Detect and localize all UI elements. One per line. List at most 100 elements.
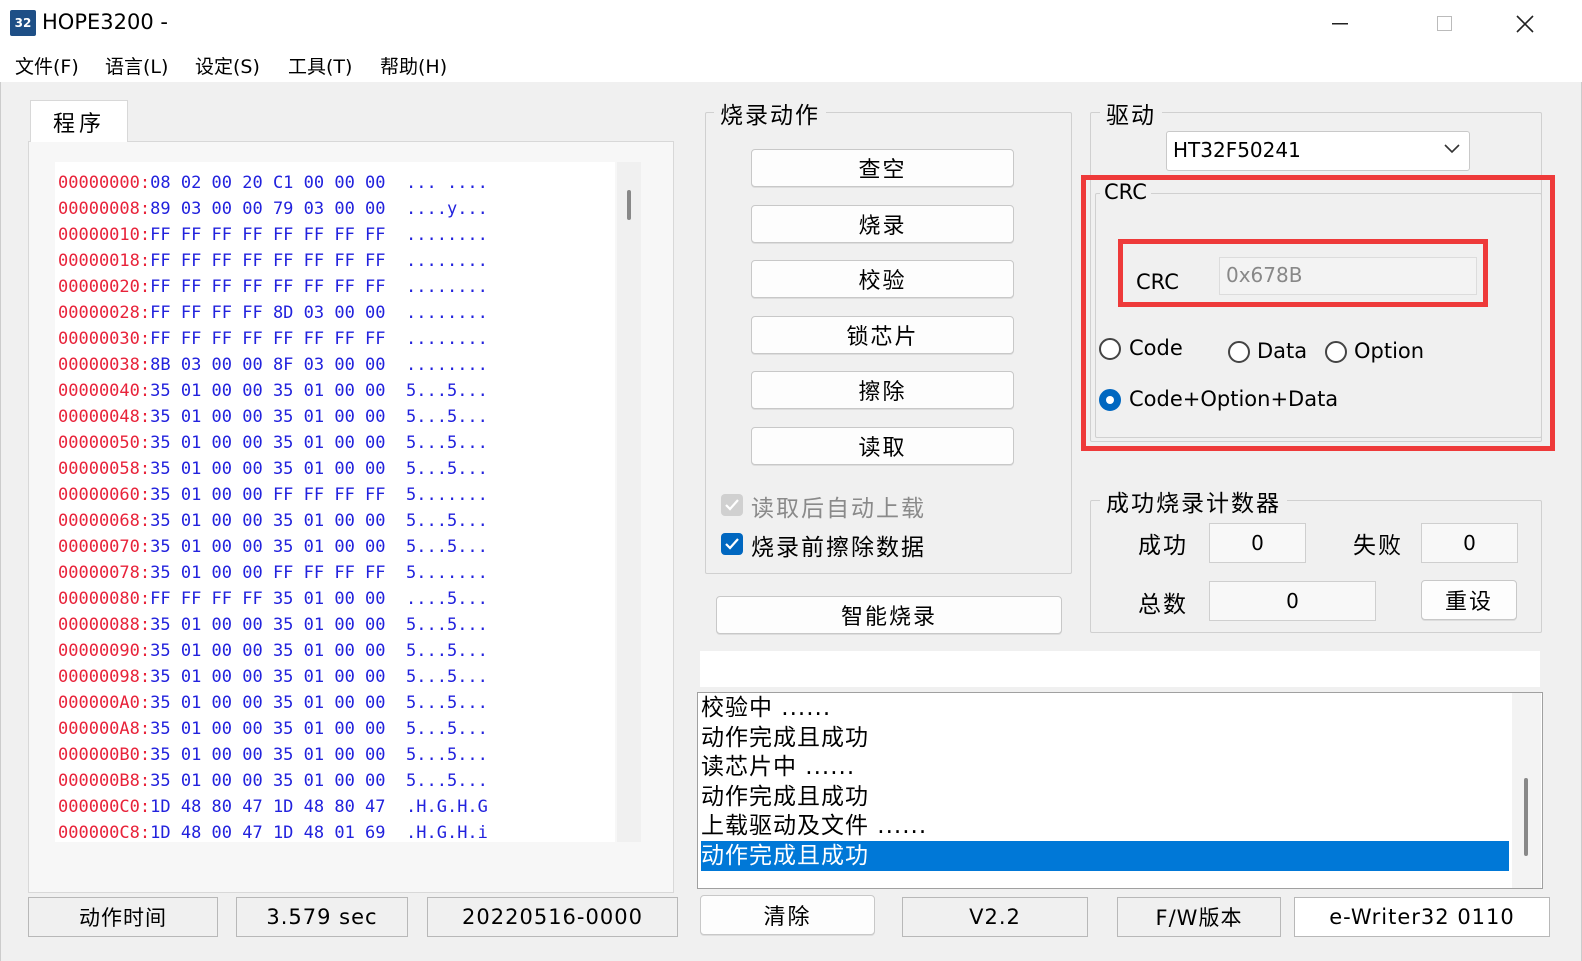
hex-bytes: 1D 48 00 47 1D 48 01 69 — [150, 823, 386, 842]
hex-row: 000000A0:35 01 00 00 35 01 00 00 5...5..… — [55, 690, 615, 716]
tab-program[interactable]: 程序 — [30, 100, 128, 142]
log-line[interactable]: 动作完成且成功 — [701, 841, 1509, 871]
log-scroll-thumb[interactable] — [1524, 778, 1528, 856]
build-date: 20220516-0000 — [427, 897, 678, 937]
hex-row: 00000000:08 02 00 20 C1 00 00 00 ... ...… — [55, 170, 615, 196]
hex-row: 000000C8:1D 48 00 47 1D 48 01 69 .H.G.H.… — [55, 820, 615, 842]
hex-address: 00000010: — [58, 225, 151, 245]
log-line[interactable]: 校验中 ...... — [701, 693, 831, 723]
fw-version-label: F/W版本 — [1117, 897, 1281, 937]
menu-tools[interactable]: 工具(T) — [288, 52, 352, 79]
hex-address: 00000000: — [58, 173, 151, 193]
hex-ascii: 5...5... — [406, 745, 488, 765]
log-line[interactable]: 动作完成且成功 — [701, 782, 869, 812]
hex-address: 00000030: — [58, 329, 151, 349]
lock-chip-button[interactable]: 锁芯片 — [751, 316, 1014, 354]
menu-help[interactable]: 帮助(H) — [380, 52, 447, 79]
hex-view[interactable]: 00000000:08 02 00 20 C1 00 00 00 ... ...… — [55, 162, 615, 842]
hex-ascii: ....y... — [406, 199, 488, 219]
menu-file[interactable]: 文件(F) — [15, 52, 79, 79]
check-icon — [725, 538, 739, 550]
total-label: 总数 — [1138, 592, 1188, 618]
hex-bytes: 89 03 00 00 79 03 00 00 — [150, 199, 386, 219]
read-button[interactable]: 读取 — [751, 427, 1014, 465]
minimize-button[interactable] — [1305, 0, 1375, 48]
menu-settings[interactable]: 设定(S) — [195, 52, 260, 79]
radio-option[interactable] — [1325, 341, 1347, 363]
hex-bytes: 35 01 00 00 FF FF FF FF — [150, 485, 386, 505]
log-list[interactable]: 校验中 ...... 动作完成且成功 读芯片中 ...... 动作完成且成功 上载驱动及… — [697, 692, 1543, 889]
hex-address: 00000090: — [58, 641, 151, 661]
hex-row: 00000030:FF FF FF FF FF FF FF FF .......… — [55, 326, 615, 352]
erase-before-checkbox[interactable] — [721, 533, 743, 555]
hex-ascii: 5...5... — [406, 381, 488, 401]
success-count: 0 — [1209, 523, 1306, 563]
hex-bytes: 35 01 00 00 35 01 00 00 — [150, 511, 386, 531]
hex-bytes: 35 01 00 00 35 01 00 00 — [150, 381, 386, 401]
hex-address: 00000070: — [58, 537, 151, 557]
hex-ascii: 5...5... — [406, 667, 488, 687]
blank-check-button[interactable]: 查空 — [751, 149, 1014, 187]
reset-button[interactable]: 重设 — [1421, 580, 1517, 620]
hex-row: 000000B0:35 01 00 00 35 01 00 00 5...5..… — [55, 742, 615, 768]
hex-ascii: ........ — [406, 303, 488, 323]
hex-row: 00000010:FF FF FF FF FF FF FF FF .......… — [55, 222, 615, 248]
hex-ascii: ....5... — [406, 589, 488, 609]
program-button[interactable]: 烧录 — [751, 205, 1014, 243]
hex-row: 00000008:89 03 00 00 79 03 00 00 ....y..… — [55, 196, 615, 222]
hex-row: 00000048:35 01 00 00 35 01 00 00 5...5..… — [55, 404, 615, 430]
smart-burn-button[interactable]: 智能烧录 — [716, 596, 1062, 634]
hex-address: 00000028: — [58, 303, 151, 323]
verify-button[interactable]: 校验 — [751, 260, 1014, 298]
hex-row: 00000018:FF FF FF FF FF FF FF FF .......… — [55, 248, 615, 274]
log-line[interactable]: 读芯片中 ...... — [701, 752, 855, 782]
erase-before-label: 烧录前擦除数据 — [751, 535, 926, 561]
fail-count: 0 — [1421, 523, 1518, 563]
hex-bytes: 35 01 00 00 35 01 00 00 — [150, 459, 386, 479]
maximize-button[interactable] — [1410, 0, 1480, 48]
hex-ascii: 5...5... — [406, 407, 488, 427]
driver-title: 驱动 — [1100, 96, 1162, 130]
hex-row: 00000068:35 01 00 00 35 01 00 00 5...5..… — [55, 508, 615, 534]
hex-row: 00000070:35 01 00 00 35 01 00 00 5...5..… — [55, 534, 615, 560]
hex-bytes: 1D 48 80 47 1D 48 80 47 — [150, 797, 386, 817]
total-count: 0 — [1209, 581, 1376, 621]
hex-address: 000000A0: — [58, 693, 151, 713]
hex-scroll-thumb[interactable] — [627, 190, 631, 220]
hex-bytes: FF FF FF FF 35 01 00 00 — [150, 589, 386, 609]
hex-row: 00000020:FF FF FF FF FF FF FF FF .......… — [55, 274, 615, 300]
hex-address: 00000048: — [58, 407, 151, 427]
hex-ascii: ... .... — [406, 173, 488, 193]
hex-bytes: 35 01 00 00 FF FF FF FF — [150, 563, 386, 583]
maximize-icon — [1437, 16, 1452, 31]
hex-address: 00000040: — [58, 381, 151, 401]
hex-row: 00000040:35 01 00 00 35 01 00 00 5...5..… — [55, 378, 615, 404]
hex-bytes: 35 01 00 00 35 01 00 00 — [150, 719, 386, 739]
radio-code-option-data[interactable] — [1099, 389, 1121, 411]
hex-ascii: 5...5... — [406, 537, 488, 557]
hex-bytes: FF FF FF FF FF FF FF FF — [150, 277, 386, 297]
action-time-value: 3.579 sec — [236, 897, 408, 937]
hex-address: 00000080: — [58, 589, 151, 609]
menu-language[interactable]: 语言(L) — [105, 52, 168, 79]
status-line — [700, 651, 1540, 687]
hex-address: 00000060: — [58, 485, 151, 505]
hex-bytes: FF FF FF FF FF FF FF FF — [150, 225, 386, 245]
burn-actions-title: 烧录动作 — [714, 96, 826, 130]
log-line[interactable]: 上载驱动及文件 ...... — [701, 811, 927, 841]
hex-ascii: 5...5... — [406, 693, 488, 713]
hex-bytes: FF FF FF FF FF FF FF FF — [150, 329, 386, 349]
app-icon: 32 — [10, 10, 36, 36]
hex-scrollbar[interactable] — [617, 162, 641, 842]
auto-upload-checkbox[interactable] — [721, 494, 743, 516]
close-button[interactable] — [1490, 0, 1560, 48]
hex-ascii: .H.G.H.i — [406, 823, 488, 842]
hex-ascii: ........ — [406, 225, 488, 245]
log-line[interactable]: 动作完成且成功 — [701, 723, 869, 753]
hex-bytes: 35 01 00 00 35 01 00 00 — [150, 537, 386, 557]
erase-button[interactable]: 擦除 — [751, 371, 1014, 409]
radio-code[interactable] — [1099, 338, 1121, 360]
window-title: HOPE3200 - — [42, 10, 168, 34]
clear-button[interactable]: 清除 — [700, 895, 875, 935]
radio-data[interactable] — [1228, 341, 1250, 363]
